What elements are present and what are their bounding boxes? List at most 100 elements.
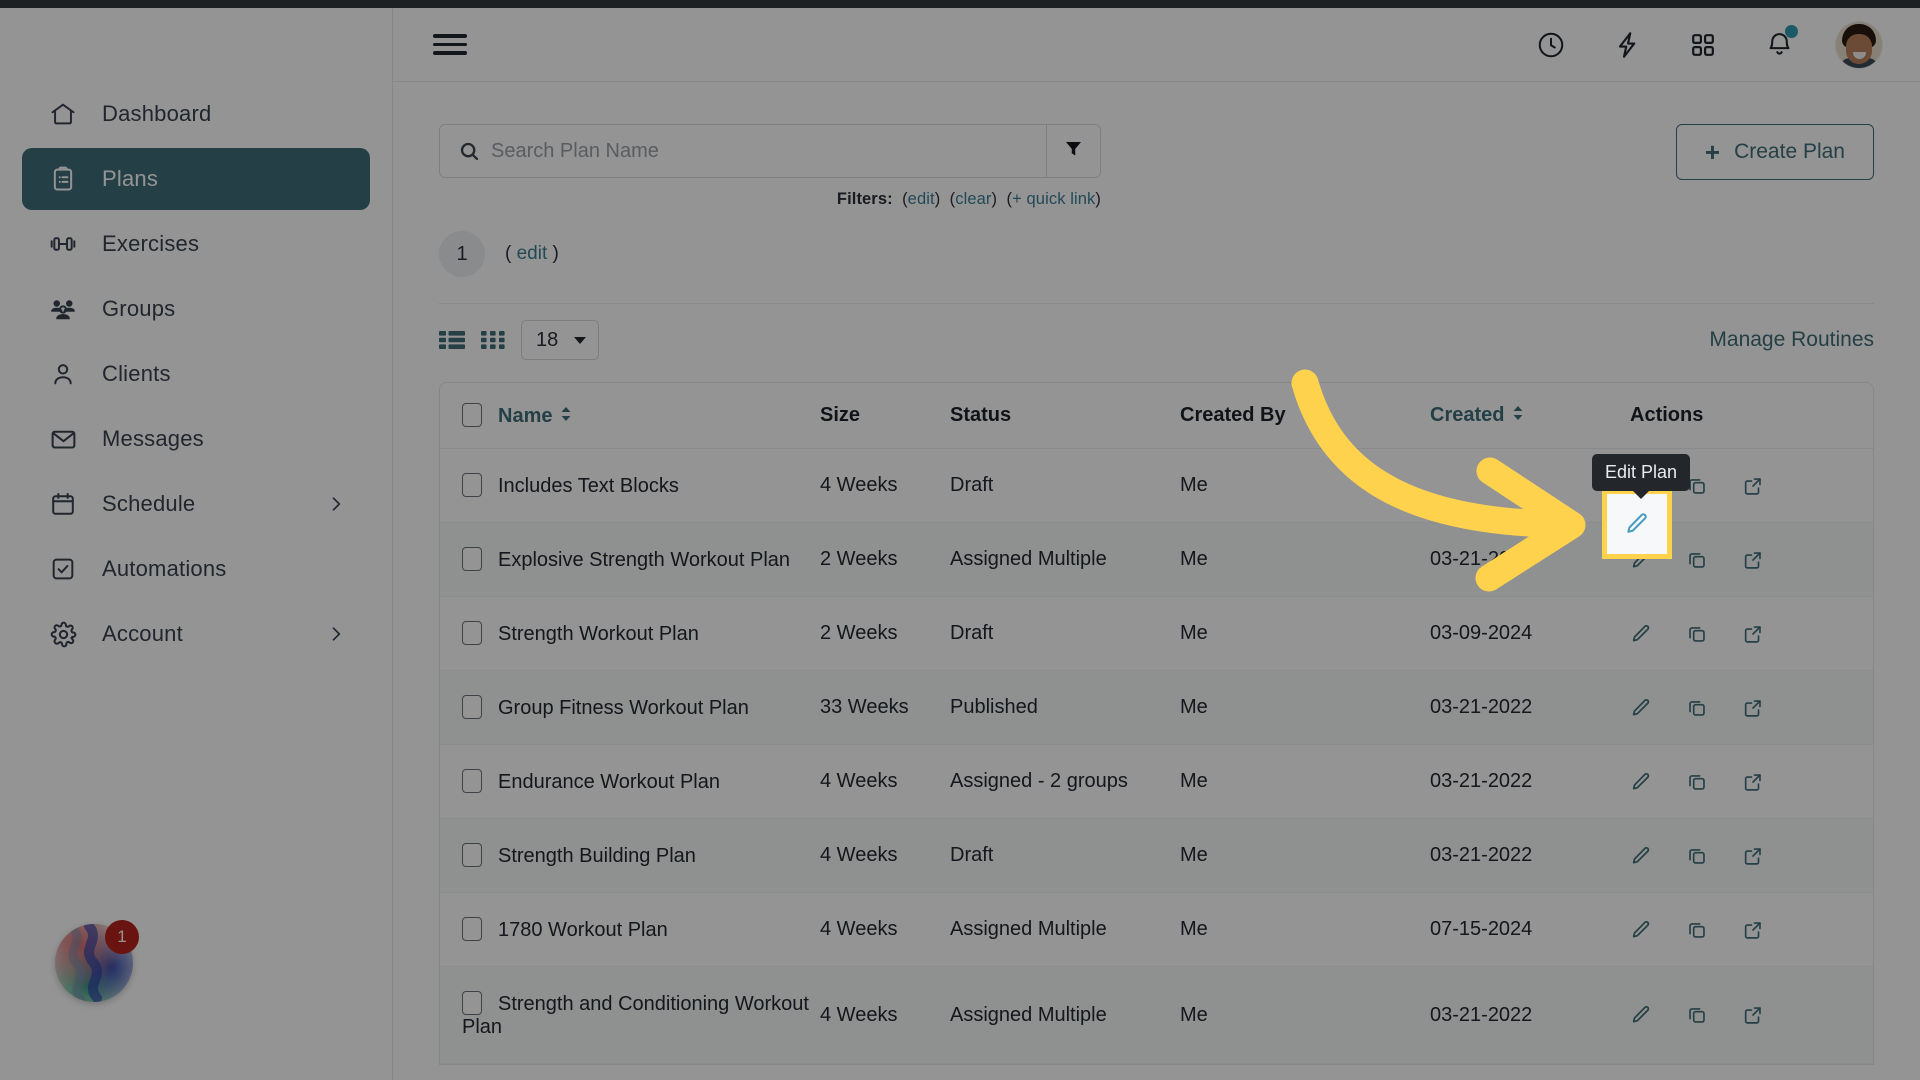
filters-clear-link[interactable]: clear [955,190,991,208]
sidebar-item-automations[interactable]: Automations [22,538,370,600]
duplicate-icon[interactable] [1686,697,1708,719]
per-page-select[interactable]: 18 [521,320,600,360]
open-external-icon[interactable] [1742,771,1764,793]
sidebar-item-messages[interactable]: Messages [22,408,370,470]
bell-icon[interactable] [1760,24,1798,64]
clock-icon[interactable] [1532,26,1570,64]
open-external-icon[interactable] [1742,919,1764,941]
edit-pencil-icon[interactable] [1630,771,1652,793]
edit-pencil-icon[interactable] [1630,1004,1652,1026]
table-row[interactable]: Group Fitness Workout Plan 33 Weeks Publis… [440,670,1873,746]
app-root: Dashboard Plans Exercises Groups Clients… [0,0,1920,1080]
column-header-size: Size [820,383,950,450]
cell-created: 03-21-2022 [1430,818,1630,894]
envelope-icon [46,422,80,456]
row-checkbox[interactable] [462,917,482,942]
cell-name: Includes Text Blocks [440,448,820,524]
edit-pencil-icon[interactable] [1630,919,1652,941]
window-title-strip [0,0,1920,8]
row-checkbox[interactable] [462,473,482,498]
sidebar-item-groups[interactable]: Groups [22,278,370,340]
sidebar-item-dashboard[interactable]: Dashboard [22,83,370,145]
cell-size: 33 Weeks [820,670,950,746]
cell-actions [1630,596,1873,672]
table-row[interactable]: Explosive Strength Workout Plan 2 Weeks As… [440,522,1873,598]
cell-created-by: Me [1180,670,1430,746]
page-count-edit-link[interactable]: edit [517,243,548,264]
gear-icon [46,617,80,651]
edit-pencil-icon[interactable] [1630,549,1652,571]
duplicate-icon[interactable] [1686,771,1708,793]
sidebar-item-plans[interactable]: Plans [22,148,370,210]
sidebar-item-label: Clients [102,361,171,386]
grid-view-icon[interactable] [481,329,505,351]
cell-size: 4 Weeks [820,966,950,1065]
row-checkbox[interactable] [462,695,482,720]
duplicate-icon[interactable] [1686,845,1708,867]
row-checkbox[interactable] [462,843,482,868]
open-external-icon[interactable] [1742,623,1764,645]
table-row[interactable]: Endurance Workout Plan 4 Weeks Assigned - … [440,744,1873,820]
filters-label: Filters: [836,190,893,208]
cell-actions [1630,744,1873,820]
search-box[interactable] [439,124,1101,178]
table-header-row: Name Size Status Created By Created Acti… [440,383,1873,450]
user-avatar[interactable] [1836,21,1882,68]
table-row[interactable]: Strength Building Plan 4 Weeks Draft Me 03-2… [440,818,1873,894]
sidebar-item-account[interactable]: Account [22,603,370,665]
row-checkbox[interactable] [462,769,482,794]
search-input[interactable] [491,125,1046,177]
duplicate-icon[interactable] [1686,623,1708,645]
duplicate-icon[interactable] [1686,549,1708,571]
open-external-icon[interactable] [1742,549,1764,571]
filter-button[interactable] [1046,125,1100,177]
sidebar-item-clients[interactable]: Clients [22,343,370,405]
cell-size: 2 Weeks [820,522,950,598]
table-row[interactable]: 1780 Workout Plan 4 Weeks Assigned Multipl… [440,892,1873,968]
column-header-created[interactable]: Created [1430,383,1630,450]
cell-name: 1780 Workout Plan [440,892,820,968]
create-plan-button[interactable]: + Create Plan [1675,124,1874,180]
edit-pencil-icon[interactable] [1630,623,1652,645]
cell-status: Assigned Multiple [950,522,1180,598]
column-header-status: Status [950,383,1180,450]
row-checkbox[interactable] [462,621,482,646]
open-external-icon[interactable] [1742,1004,1764,1026]
duplicate-icon[interactable] [1686,919,1708,941]
cell-actions [1630,892,1873,968]
plan-name: Endurance Workout Plan [498,771,720,794]
edit-pencil-icon[interactable] [1630,845,1652,867]
duplicate-icon[interactable] [1686,1004,1708,1026]
open-external-icon[interactable] [1742,475,1764,497]
filters-edit-link[interactable]: edit [908,190,935,208]
row-checkbox[interactable] [462,547,482,572]
column-header-name[interactable]: Name [440,383,820,450]
sidebar-item-label: Plans [102,166,159,191]
table-row[interactable]: Strength Workout Plan 2 Weeks Draft Me 03-09… [440,596,1873,672]
cell-status: Assigned Multiple [950,966,1180,1065]
select-all-checkbox[interactable] [462,403,482,427]
cell-status: Assigned - 2 groups [950,744,1180,820]
cell-name: Group Fitness Workout Plan [440,670,820,746]
cell-size: 4 Weeks [820,892,950,968]
brand-widget[interactable]: 1 [55,920,139,1002]
cell-created-by: Me [1180,744,1430,820]
filters-quick-link[interactable]: + quick link [1012,190,1095,208]
hamburger-menu-icon[interactable] [433,29,467,60]
grid-apps-icon[interactable] [1684,26,1722,64]
table-row[interactable]: Strength and Conditioning Workout Plan 4 … [440,966,1873,1065]
chevron-right-icon [326,624,346,644]
sidebar-item-schedule[interactable]: Schedule [22,473,370,535]
sidebar-item-exercises[interactable]: Exercises [22,213,370,275]
cell-created: 03-21-2022 [1430,522,1630,598]
notification-dot [1785,24,1798,38]
column-header-actions: Actions [1630,383,1873,450]
open-external-icon[interactable] [1742,845,1764,867]
plan-name: Group Fitness Workout Plan [498,697,749,720]
open-external-icon[interactable] [1742,697,1764,719]
list-view-icon[interactable] [439,329,465,351]
lightning-icon[interactable] [1608,26,1646,64]
row-checkbox[interactable] [462,991,482,1016]
edit-pencil-icon[interactable] [1630,697,1652,719]
manage-routines-link[interactable]: Manage Routines [1709,328,1874,352]
